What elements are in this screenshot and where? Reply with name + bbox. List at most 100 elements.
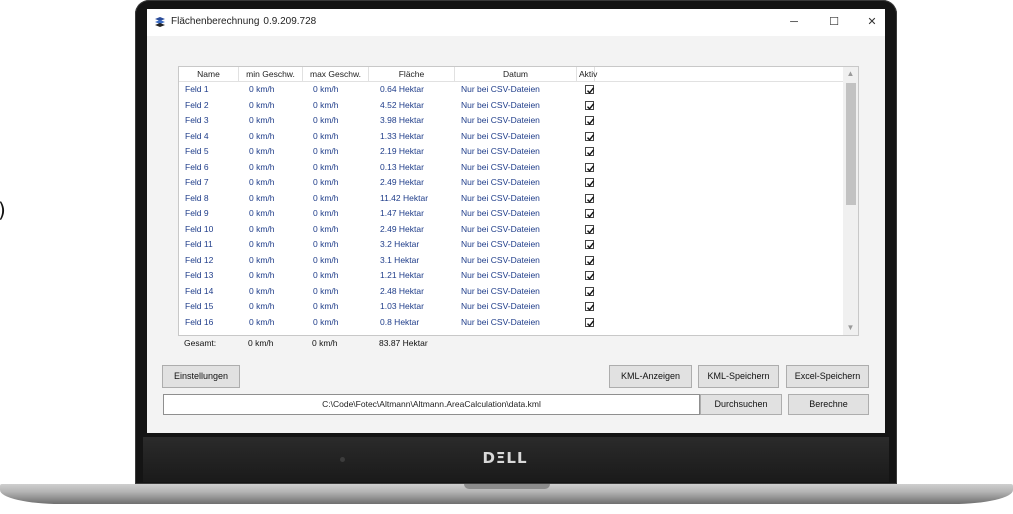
cell-min-speed: 0 km/h: [249, 316, 275, 327]
active-checkbox[interactable]: [585, 131, 595, 141]
cell-min-speed: 0 km/h: [249, 285, 275, 296]
table-row[interactable]: Feld 12 0 km/h 0 km/h 3.1 Hektar Nur bei CSV…: [179, 253, 843, 269]
scroll-up-icon[interactable]: ▲: [843, 67, 858, 81]
active-checkbox[interactable]: [585, 100, 595, 110]
table-row[interactable]: Feld 6 0 km/h 0 km/h 0.13 Hektar Nur bei CSV…: [179, 160, 843, 176]
column-header-area[interactable]: Fläche: [369, 67, 455, 81]
active-checkbox[interactable]: [585, 178, 595, 187]
totals-max-speed: 0 km/h: [312, 338, 338, 348]
column-header-date[interactable]: Datum: [455, 67, 577, 81]
cell-name: Feld 4: [185, 130, 209, 141]
cell-name: Feld 14: [185, 285, 214, 296]
table-row[interactable]: Feld 13 0 km/h 0 km/h 1.21 Hektar Nur bei CS…: [179, 268, 843, 284]
cell-area: 4.52 Hektar: [380, 99, 424, 110]
active-checkbox[interactable]: [585, 209, 595, 218]
kml-save-button[interactable]: KML-Speichern: [698, 365, 779, 388]
minimize-button[interactable]: ─: [779, 12, 809, 32]
cell-date: Nur bei CSV-Dateien: [461, 177, 540, 187]
column-header-max-speed[interactable]: max Geschw.: [303, 67, 369, 81]
cell-min-speed: 0 km/h: [249, 161, 275, 172]
cell-max-speed: 0 km/h: [313, 146, 339, 156]
cell-area: 11.42 Hektar: [380, 192, 429, 203]
column-header-active[interactable]: Aktiv: [577, 67, 597, 81]
cell-min-speed: 0 km/h: [249, 208, 275, 218]
table-row[interactable]: Feld 2 0 km/h 0 km/h 4.52 Hektar Nur bei CSV…: [179, 98, 843, 114]
file-path-input[interactable]: C:\Code\Fotec\Altmann\Altmann.AreaCalcul…: [163, 394, 700, 415]
fields-table[interactable]: Name min Geschw. max Geschw. Fläche Datu…: [178, 66, 859, 336]
excel-save-button[interactable]: Excel-Speichern: [786, 365, 869, 388]
cell-min-speed: 0 km/h: [249, 254, 275, 265]
active-checkbox[interactable]: [585, 85, 595, 94]
table-row[interactable]: Feld 5 0 km/h 0 km/h 2.19 Hektar Nur bei CSV…: [179, 144, 843, 160]
active-checkbox[interactable]: [585, 302, 595, 311]
cell-date: Nur bei CSV-Dateien: [461, 270, 540, 280]
cell-area: 2.19 Hektar: [380, 146, 424, 156]
table-row[interactable]: Feld 10 0 km/h 0 km/h 2.49 Hektar Nur bei CS…: [179, 222, 843, 238]
table-row[interactable]: Feld 14 0 km/h 0 km/h 2.48 Hektar Nur bei CS…: [179, 284, 843, 300]
cell-area: 1.21 Hektar: [380, 270, 424, 280]
maximize-button[interactable]: ☐: [819, 12, 849, 32]
cell-date: Nur bei CSV-Dateien: [461, 115, 540, 125]
window-title: Flächenberechnung 0.9.209.728: [171, 16, 316, 27]
table-row[interactable]: Feld 16 0 km/h 0 km/h 0.8 Hektar Nur bei CSV…: [179, 315, 843, 331]
table-row[interactable]: Feld 8 0 km/h 0 km/h 11.42 Hektar Nur bei CS…: [179, 191, 843, 207]
totals-label: Gesamt:: [184, 338, 217, 348]
cell-area: 2.48 Hektar: [380, 285, 424, 296]
cell-min-speed: 0 km/h: [249, 177, 275, 187]
cell-max-speed: 0 km/h: [313, 270, 339, 280]
cell-date: Nur bei CSV-Dateien: [461, 301, 540, 311]
table-row[interactable]: Feld 1 0 km/h 0 km/h 0.64 Hektar Nur bei CSV…: [179, 82, 843, 98]
cell-date: Nur bei CSV-Dateien: [461, 285, 540, 296]
active-checkbox[interactable]: [585, 317, 595, 327]
vertical-scrollbar[interactable]: ▲ ▼: [843, 67, 858, 335]
cell-min-speed: 0 km/h: [249, 130, 275, 141]
active-checkbox[interactable]: [585, 240, 595, 249]
cell-area: 2.49 Hektar: [380, 223, 424, 234]
active-checkbox[interactable]: [585, 286, 595, 296]
cell-max-speed: 0 km/h: [313, 208, 339, 218]
cell-max-speed: 0 km/h: [313, 285, 339, 296]
cell-name: Feld 2: [185, 99, 209, 110]
active-checkbox[interactable]: [585, 224, 595, 234]
cell-date: Nur bei CSV-Dateien: [461, 316, 540, 327]
table-row[interactable]: Feld 7 0 km/h 0 km/h 2.49 Hektar Nur bei CSV…: [179, 175, 843, 191]
table-row[interactable]: Feld 3 0 km/h 0 km/h 3.98 Hektar Nur bei CSV…: [179, 113, 843, 129]
cell-date: Nur bei CSV-Dateien: [461, 192, 540, 203]
table-row[interactable]: Feld 9 0 km/h 0 km/h 1.47 Hektar Nur bei CSV…: [179, 206, 843, 222]
active-checkbox[interactable]: [585, 271, 595, 280]
calculate-button[interactable]: Berechne: [788, 394, 869, 415]
active-checkbox[interactable]: [585, 162, 595, 172]
totals-row: Gesamt: 0 km/h 0 km/h 83.87 Hektar: [178, 336, 578, 350]
table-row[interactable]: Feld 11 0 km/h 0 km/h 3.2 Hektar Nur bei CSV…: [179, 237, 843, 253]
table-row[interactable]: Feld 4 0 km/h 0 km/h 1.33 Hektar Nur bei CSV…: [179, 129, 843, 145]
kml-show-button[interactable]: KML-Anzeigen: [609, 365, 692, 388]
close-button[interactable]: ✕: [857, 12, 887, 32]
active-checkbox[interactable]: [585, 255, 595, 265]
scrollbar-thumb[interactable]: [846, 83, 856, 205]
settings-button[interactable]: Einstellungen: [162, 365, 240, 388]
cell-max-speed: 0 km/h: [313, 177, 339, 187]
cell-min-speed: 0 km/h: [249, 239, 275, 249]
title-bar[interactable]: Flächenberechnung 0.9.209.728 ─ ☐ ✕: [147, 9, 885, 36]
webcam-indicator: [340, 457, 345, 462]
cell-min-speed: 0 km/h: [249, 115, 275, 125]
cell-name: Feld 5: [185, 146, 209, 156]
cell-min-speed: 0 km/h: [249, 84, 275, 94]
totals-area: 83.87 Hektar: [379, 338, 428, 348]
active-checkbox[interactable]: [585, 193, 595, 203]
active-checkbox[interactable]: [585, 147, 595, 156]
cell-name: Feld 15: [185, 301, 214, 311]
column-header-name[interactable]: Name: [179, 67, 239, 81]
cell-min-speed: 0 km/h: [249, 192, 275, 203]
browse-button[interactable]: Durchsuchen: [700, 394, 782, 415]
cell-date: Nur bei CSV-Dateien: [461, 130, 540, 141]
table-row[interactable]: Feld 15 0 km/h 0 km/h 1.03 Hektar Nur bei CS…: [179, 299, 843, 315]
cell-name: Feld 1: [185, 84, 209, 94]
window-version: 0.9.209.728: [263, 16, 317, 27]
active-checkbox[interactable]: [585, 116, 595, 125]
cell-area: 3.2 Hektar: [380, 239, 420, 249]
scroll-down-icon[interactable]: ▼: [843, 321, 858, 335]
column-header-min-speed[interactable]: min Geschw.: [239, 67, 303, 81]
cell-max-speed: 0 km/h: [313, 115, 339, 125]
stray-parenthesis: ): [0, 198, 6, 222]
